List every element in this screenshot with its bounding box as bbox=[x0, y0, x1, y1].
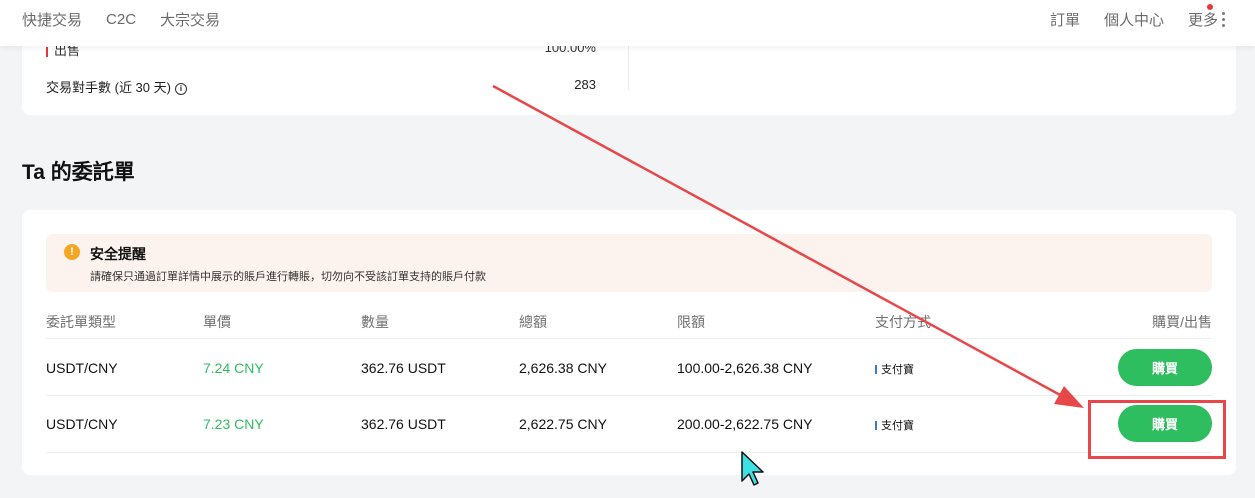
annotation-arrowhead-icon bbox=[1054, 386, 1084, 408]
nav-more-label: 更多 bbox=[1187, 11, 1218, 29]
nav-c2c[interactable]: C2C bbox=[106, 11, 136, 28]
nav-right: 訂單 個人中心 更多 bbox=[1050, 0, 1225, 38]
mouse-cursor-icon bbox=[741, 451, 764, 486]
kebab-menu-icon bbox=[1222, 11, 1225, 27]
nav-orders[interactable]: 訂單 bbox=[1050, 9, 1080, 30]
notification-dot-icon bbox=[1207, 3, 1213, 10]
nav-profile[interactable]: 個人中心 bbox=[1104, 9, 1164, 30]
annotation-overlay bbox=[492, 84, 1084, 486]
nav-quick-trade[interactable]: 快捷交易 bbox=[22, 9, 82, 30]
nav-left: 快捷交易 C2C 大宗交易 bbox=[22, 0, 220, 38]
annotation-arrow-line bbox=[492, 84, 1063, 398]
top-navigation-bar: 快捷交易 C2C 大宗交易 訂單 個人中心 更多 bbox=[0, 0, 1255, 46]
nav-block-trade[interactable]: 大宗交易 bbox=[160, 9, 220, 30]
nav-more[interactable]: 更多 bbox=[1187, 3, 1225, 30]
